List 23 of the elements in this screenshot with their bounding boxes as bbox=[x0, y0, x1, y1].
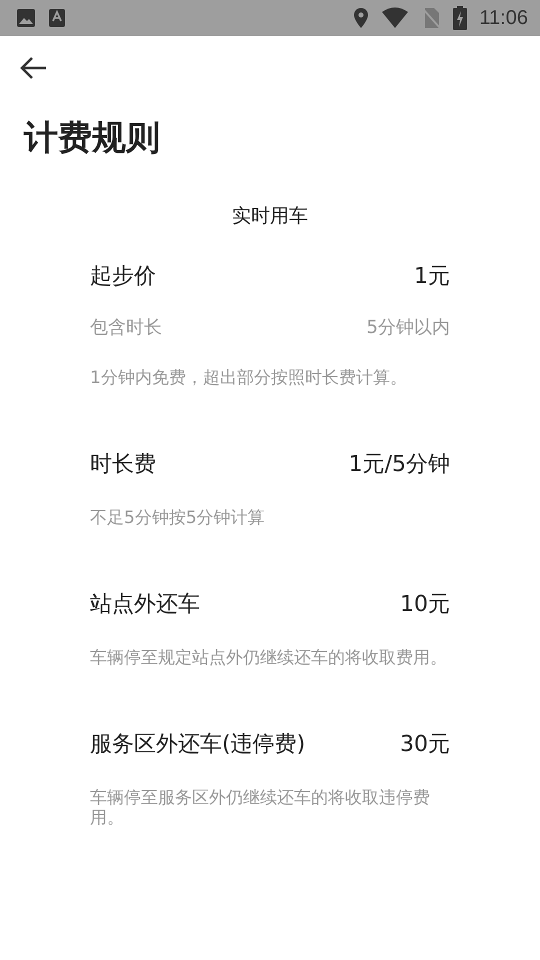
fee-note: 不足5分钟按5分钟计算 bbox=[90, 508, 266, 528]
battery-charging-icon bbox=[453, 6, 468, 30]
fee-price: 10元 bbox=[400, 591, 450, 619]
clock-time: 11:06 bbox=[479, 6, 528, 30]
fee-name: 站点外还车 bbox=[90, 591, 200, 619]
fee-price: 1元 bbox=[414, 263, 450, 291]
fee-name: 服务区外还车(违停费) bbox=[90, 731, 306, 759]
fee-name: 起步价 bbox=[90, 263, 156, 291]
fee-price: 30元 bbox=[400, 731, 450, 759]
detail-value: 5分钟以内 bbox=[366, 316, 450, 340]
image-icon bbox=[16, 8, 36, 28]
fee-note: 1分钟内免费，超出部分按照时长费计算。 bbox=[90, 368, 408, 388]
detail-label: 包含时长 bbox=[90, 316, 162, 340]
wifi-icon bbox=[381, 7, 410, 29]
section-heading: 实时用车 bbox=[231, 204, 309, 229]
fee-note: 车辆停至规定站点外仍继续还车的将收取费用。 bbox=[90, 648, 448, 668]
keyboard-notification-icon bbox=[48, 8, 66, 28]
back-arrow-icon[interactable] bbox=[20, 56, 48, 80]
location-icon bbox=[353, 7, 370, 29]
page-title: 计费规则 bbox=[24, 117, 161, 160]
fee-name: 时长费 bbox=[90, 451, 156, 479]
fee-price: 1元/5分钟 bbox=[348, 451, 450, 479]
fee-note: 车辆停至服务区外仍继续还车的将收取违停费用。 bbox=[90, 788, 431, 828]
